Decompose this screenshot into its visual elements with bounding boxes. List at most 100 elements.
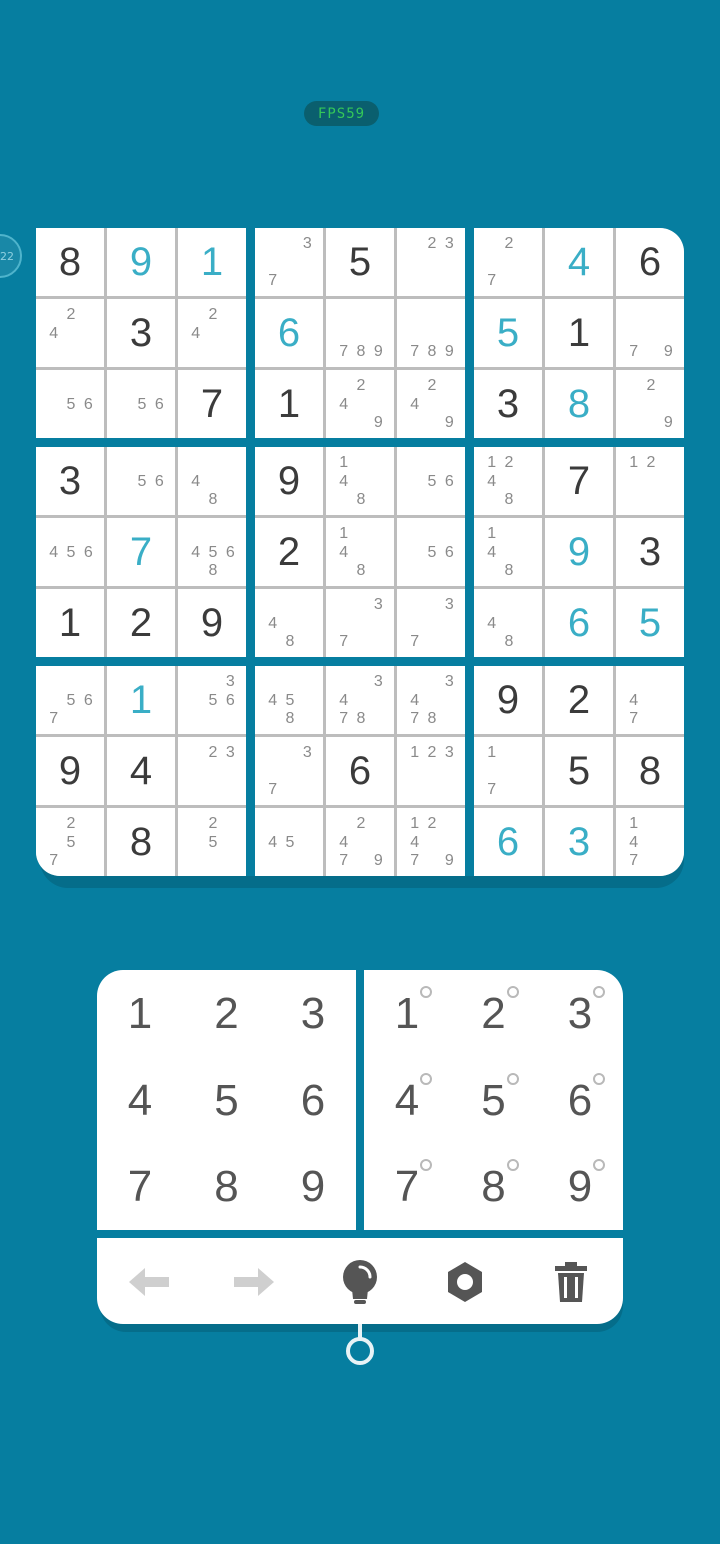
zoom-badge[interactable]: 22 (0, 234, 22, 278)
sudoku-cell[interactable]: 4568 (178, 518, 246, 586)
undo-button[interactable] (123, 1256, 175, 1308)
digit-key-1[interactable]: 1 (97, 971, 183, 1057)
sudoku-cell[interactable]: 3 (616, 518, 684, 586)
sudoku-cell[interactable]: 8 (545, 370, 613, 438)
sudoku-cell[interactable]: 12 (616, 447, 684, 515)
sudoku-cell[interactable]: 7 (545, 447, 613, 515)
sudoku-cell[interactable]: 6 (545, 589, 613, 657)
digit-key-7[interactable]: 7 (97, 1144, 183, 1230)
sudoku-cell[interactable]: 6 (255, 299, 323, 367)
sudoku-cell[interactable]: 9 (107, 228, 175, 296)
sudoku-cell[interactable]: 3 478 (397, 666, 465, 734)
sudoku-cell[interactable]: 4 (107, 737, 175, 805)
sudoku-cell[interactable]: 24 9 (397, 370, 465, 438)
sudoku-cell[interactable]: 7 (178, 370, 246, 438)
sudoku-cell[interactable]: 37 (397, 589, 465, 657)
note-key-2[interactable]: 2 (451, 971, 537, 1057)
sudoku-cell[interactable]: 2 (255, 518, 323, 586)
sudoku-cell[interactable]: 1 (107, 666, 175, 734)
sudoku-cell[interactable]: 3 478 (326, 666, 394, 734)
sudoku-cell[interactable]: 247 9 (326, 808, 394, 876)
sudoku-cell[interactable]: 47 (616, 666, 684, 734)
sudoku-cell[interactable]: 9 (36, 737, 104, 805)
sudoku-cell[interactable]: 37 (255, 228, 323, 296)
sudoku-cell[interactable]: 23 (397, 228, 465, 296)
sudoku-cell[interactable]: 9 (545, 518, 613, 586)
sudoku-cell[interactable]: 56 (397, 518, 465, 586)
sudoku-cell[interactable]: 9 (255, 447, 323, 515)
sudoku-cell[interactable]: 148 (326, 518, 394, 586)
sudoku-cell[interactable]: 5 (326, 228, 394, 296)
sudoku-cell[interactable]: 1 (255, 370, 323, 438)
sudoku-cell[interactable]: 48 (178, 447, 246, 515)
delete-button[interactable] (545, 1256, 597, 1308)
sudoku-cell[interactable]: 148 (326, 447, 394, 515)
sudoku-cell[interactable]: 24 (178, 299, 246, 367)
note-key-9[interactable]: 9 (537, 1144, 623, 1230)
note-key-8[interactable]: 8 (451, 1144, 537, 1230)
sudoku-cell[interactable]: 8 (107, 808, 175, 876)
sudoku-cell[interactable]: 48 (255, 589, 323, 657)
sudoku-cell[interactable]: 8 (36, 228, 104, 296)
sudoku-cell[interactable]: 2 (107, 589, 175, 657)
sudoku-cell[interactable]: 1248 (474, 447, 542, 515)
sudoku-cell[interactable]: 4 (545, 228, 613, 296)
digit-key-9[interactable]: 9 (270, 1144, 356, 1230)
digit-key-4[interactable]: 4 (97, 1058, 183, 1144)
digit-key-2[interactable]: 2 (184, 971, 270, 1057)
sudoku-cell[interactable]: 24 (36, 299, 104, 367)
sudoku-cell[interactable]: 6 (474, 808, 542, 876)
sudoku-cell[interactable]: 789 (326, 299, 394, 367)
note-key-1[interactable]: 1 (364, 971, 450, 1057)
drawer-handle[interactable] (346, 1337, 374, 1365)
sudoku-cell[interactable]: 789 (397, 299, 465, 367)
digit-key-3[interactable]: 3 (270, 971, 356, 1057)
sudoku-cell[interactable]: 2 (545, 666, 613, 734)
hint-button[interactable] (334, 1256, 386, 1308)
sudoku-cell[interactable]: 1 (545, 299, 613, 367)
sudoku-cell[interactable]: 5 (474, 299, 542, 367)
sudoku-cell[interactable]: 5 (616, 589, 684, 657)
sudoku-cell[interactable]: 1 (36, 589, 104, 657)
sudoku-cell[interactable]: 147 (616, 808, 684, 876)
sudoku-cell[interactable]: 356 (178, 666, 246, 734)
note-key-5[interactable]: 5 (451, 1058, 537, 1144)
note-key-3[interactable]: 3 (537, 971, 623, 1057)
sudoku-cell[interactable]: 1 (178, 228, 246, 296)
sudoku-cell[interactable]: 25 (178, 808, 246, 876)
sudoku-cell[interactable]: 3 (545, 808, 613, 876)
sudoku-cell[interactable]: 6 (326, 737, 394, 805)
sudoku-cell[interactable]: 3 (36, 447, 104, 515)
sudoku-cell[interactable]: 23 (178, 737, 246, 805)
sudoku-cell[interactable]: 9 (474, 666, 542, 734)
sudoku-cell[interactable]: 45 (255, 808, 323, 876)
sudoku-cell[interactable]: 1247 9 (397, 808, 465, 876)
sudoku-cell[interactable]: 37 (326, 589, 394, 657)
sudoku-cell[interactable]: 3 (107, 299, 175, 367)
sudoku-cell[interactable]: 56 7 (36, 666, 104, 734)
sudoku-cell[interactable]: 6 (616, 228, 684, 296)
sudoku-cell[interactable]: 458 (255, 666, 323, 734)
sudoku-cell[interactable]: 148 (474, 518, 542, 586)
sudoku-cell[interactable]: 123 (397, 737, 465, 805)
note-key-4[interactable]: 4 (364, 1058, 450, 1144)
digit-key-5[interactable]: 5 (184, 1058, 270, 1144)
redo-button[interactable] (228, 1256, 280, 1308)
sudoku-cell[interactable]: 24 9 (326, 370, 394, 438)
sudoku-cell[interactable]: 48 (474, 589, 542, 657)
sudoku-cell[interactable]: 257 (36, 808, 104, 876)
sudoku-cell[interactable]: 29 (616, 370, 684, 438)
digit-key-8[interactable]: 8 (184, 1144, 270, 1230)
sudoku-cell[interactable]: 3 (474, 370, 542, 438)
sudoku-cell[interactable]: 79 (616, 299, 684, 367)
note-key-6[interactable]: 6 (537, 1058, 623, 1144)
sudoku-cell[interactable]: 56 (107, 447, 175, 515)
sudoku-cell[interactable]: 8 (616, 737, 684, 805)
sudoku-cell[interactable]: 37 (255, 737, 323, 805)
sudoku-cell[interactable]: 5 (545, 737, 613, 805)
sudoku-cell[interactable]: 27 (474, 228, 542, 296)
settings-button[interactable] (439, 1256, 491, 1308)
digit-key-6[interactable]: 6 (270, 1058, 356, 1144)
note-key-7[interactable]: 7 (364, 1144, 450, 1230)
sudoku-cell[interactable]: 56 (36, 370, 104, 438)
